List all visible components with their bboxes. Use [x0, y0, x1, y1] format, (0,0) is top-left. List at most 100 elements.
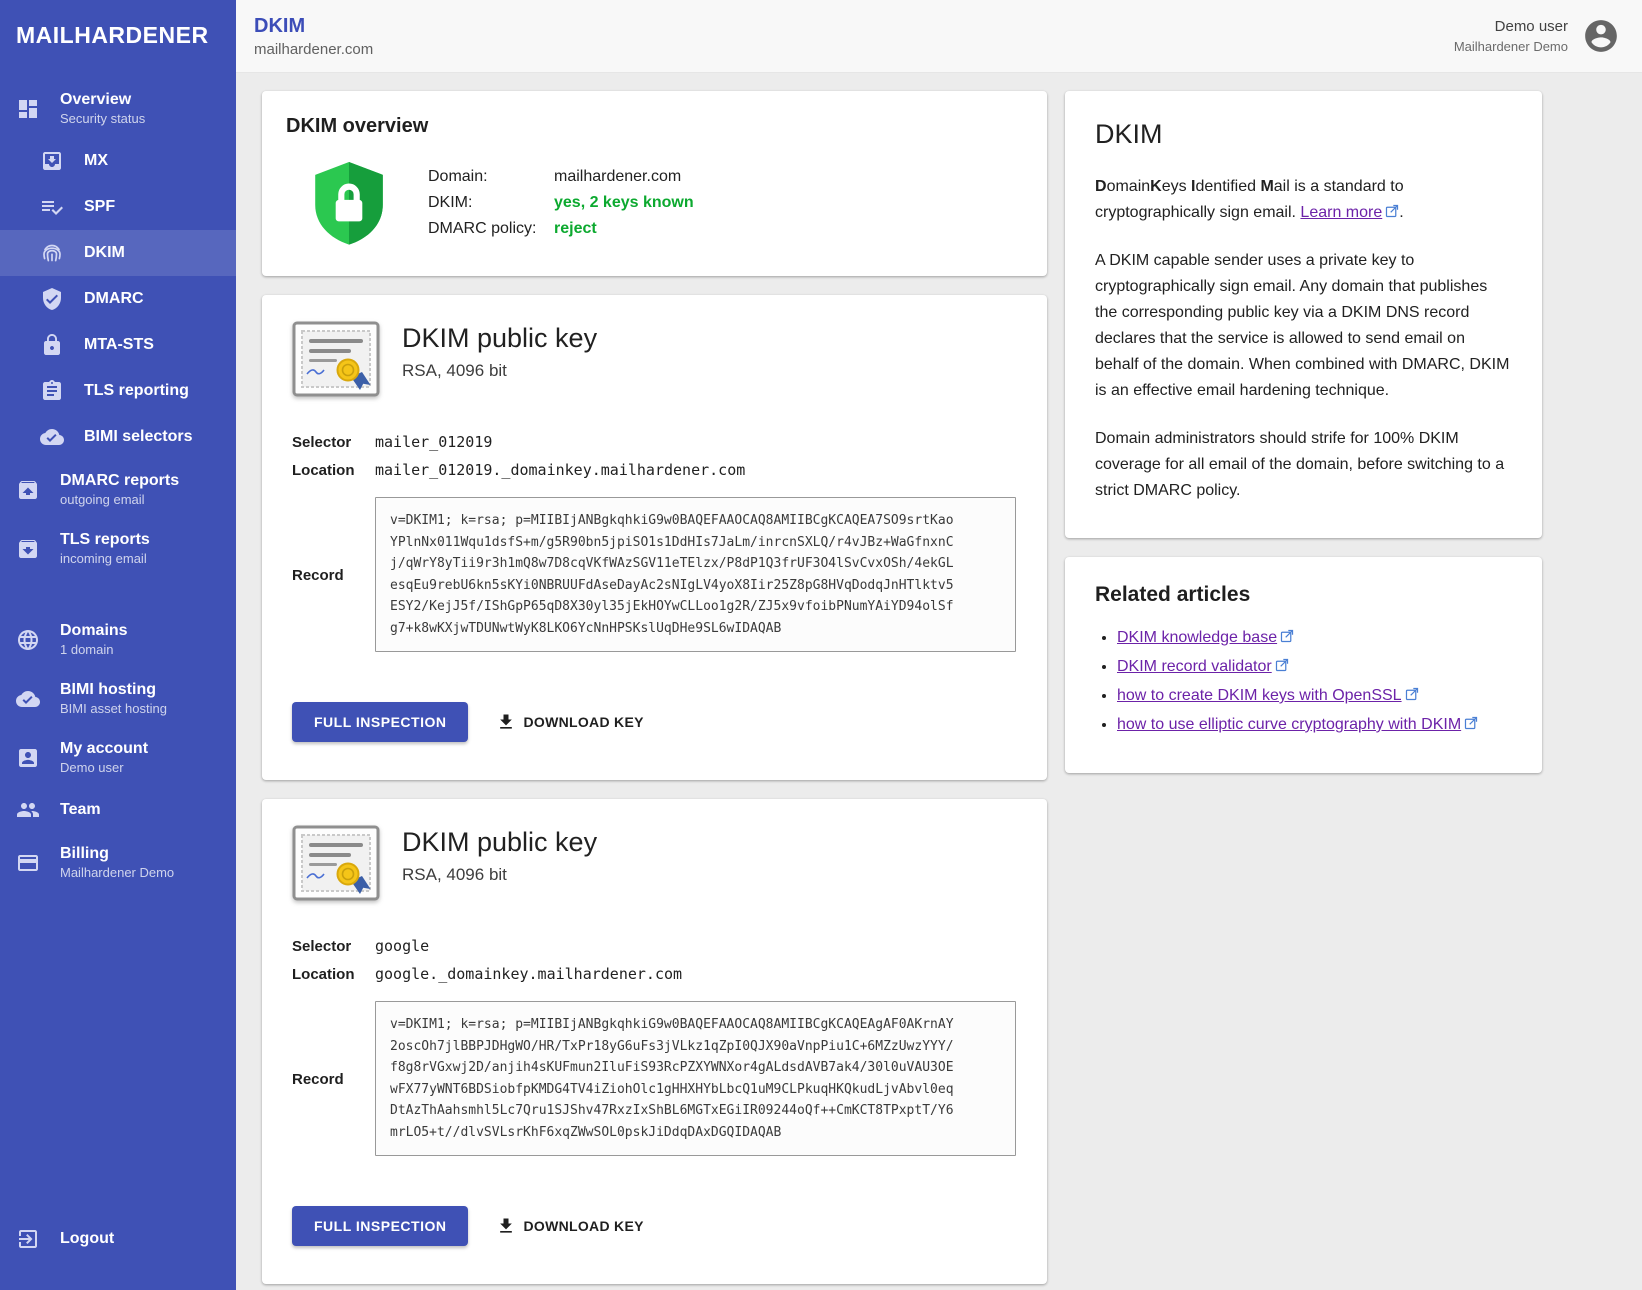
tray-up-icon: [16, 478, 40, 502]
people-icon: [16, 798, 40, 822]
tray-down-icon: [16, 537, 40, 561]
location-value: mailer_012019._domainkey.mailhardener.co…: [375, 461, 745, 479]
selector-value: google: [375, 937, 429, 955]
user-info: Demo user Mailhardener Demo: [1454, 18, 1568, 54]
download-key-button[interactable]: DOWNLOAD KEY: [496, 1216, 643, 1236]
dkim-overview-card: DKIM overview Domain: mailhardener.com D…: [262, 91, 1047, 276]
dkim-record-value: v=DKIM1; k=rsa; p=MIIBIjANBgkqhkiG9w0BAQ…: [390, 510, 1001, 639]
related-link-knowledge-base[interactable]: DKIM knowledge base: [1117, 629, 1294, 646]
related-articles-list: DKIM knowledge base DKIM record validato…: [1117, 627, 1512, 736]
sidebar-item-domains[interactable]: Domains1 domain: [0, 610, 236, 669]
sidebar-item-dkim[interactable]: DKIM: [0, 230, 236, 276]
learn-more-link[interactable]: Learn more: [1300, 204, 1399, 221]
related-link-openssl-howto[interactable]: how to create DKIM keys with OpenSSL: [1117, 687, 1419, 704]
account-avatar-icon[interactable]: [1582, 17, 1620, 55]
account-box-icon: [16, 746, 40, 770]
sidebar-item-bimi-selectors[interactable]: BIMI selectors: [0, 414, 236, 460]
sidebar-item-bimi-hosting[interactable]: BIMI hostingBIMI asset hosting: [0, 669, 236, 728]
download-key-button[interactable]: DOWNLOAD KEY: [496, 712, 643, 732]
left-column: DKIM overview Domain: mailhardener.com D…: [262, 91, 1047, 1284]
record-label: Record: [292, 566, 375, 584]
main-area: DKIM mailhardener.com Demo user Mailhard…: [236, 0, 1642, 1290]
page-subtitle: mailhardener.com: [254, 41, 373, 58]
shield-check-icon: [40, 287, 64, 311]
dkim-record-value: v=DKIM1; k=rsa; p=MIIBIjANBgkqhkiG9w0BAQ…: [390, 1014, 1001, 1143]
key-card-title: DKIM public key: [402, 323, 597, 354]
clipboard-icon: [40, 379, 64, 403]
info-paragraph-2: A DKIM capable sender uses a private key…: [1095, 248, 1512, 404]
user-name: Demo user: [1454, 18, 1568, 35]
credit-card-icon: [16, 851, 40, 875]
related-link-elliptic-curve-howto[interactable]: how to use elliptic curve cryptography w…: [1117, 716, 1478, 733]
sidebar-item-mta-sts[interactable]: MTA-STS: [0, 322, 236, 368]
content: DKIM overview Domain: mailhardener.com D…: [236, 73, 1642, 1290]
external-link-icon: [1385, 204, 1399, 218]
overview-row-label: Domain:: [428, 168, 554, 186]
sidebar-item-dmarc[interactable]: DMARC: [0, 276, 236, 322]
inbox-down-icon: [40, 149, 64, 173]
selector-value: mailer_012019: [375, 433, 492, 451]
fingerprint-icon: [40, 241, 64, 265]
key-card-title: DKIM public key: [402, 827, 597, 858]
overview-dmarc-policy-status: reject: [554, 220, 694, 238]
sidebar-item-my-account[interactable]: My accountDemo user: [0, 728, 236, 787]
sidebar-item-tls-reports[interactable]: TLS reportsincoming email: [0, 519, 236, 578]
related-article-item: how to use elliptic curve cryptography w…: [1117, 714, 1512, 736]
brand-logo: MAILHARDENER: [0, 0, 236, 79]
top-bar: DKIM mailhardener.com Demo user Mailhard…: [236, 0, 1642, 73]
user-organization: Mailhardener Demo: [1454, 39, 1568, 54]
dkim-key-card-mailer: DKIM public key RSA, 4096 bit Selector m…: [262, 295, 1047, 780]
cloud-check-icon: [40, 425, 64, 449]
overview-dkim-status: yes, 2 keys known: [554, 194, 694, 212]
info-paragraph-1: DomainKeys Identified Mail is a standard…: [1095, 174, 1512, 226]
globe-icon: [16, 628, 40, 652]
selector-label: Selector: [292, 937, 375, 955]
playlist-check-icon: [40, 195, 64, 219]
certificate-icon: [292, 825, 380, 901]
sidebar-item-team[interactable]: Team: [0, 787, 236, 833]
sidebar-item-mx[interactable]: MX: [0, 138, 236, 184]
dkim-record-box: v=DKIM1; k=rsa; p=MIIBIjANBgkqhkiG9w0BAQ…: [375, 497, 1016, 652]
external-link-icon: [1405, 687, 1419, 701]
dkim-record-box: v=DKIM1; k=rsa; p=MIIBIjANBgkqhkiG9w0BAQ…: [375, 1001, 1016, 1156]
overview-card-title: DKIM overview: [286, 115, 1023, 138]
certificate-icon: [292, 321, 380, 397]
sidebar: MAILHARDENER OverviewSecurity status MX …: [0, 0, 236, 1290]
sidebar-item-spf[interactable]: SPF: [0, 184, 236, 230]
overview-row-label: DMARC policy:: [428, 220, 554, 238]
page-title: DKIM: [254, 15, 373, 38]
green-shield-lock-icon: [312, 160, 386, 246]
sidebar-item-billing[interactable]: BillingMailhardener Demo: [0, 833, 236, 892]
related-article-item: DKIM knowledge base: [1117, 627, 1512, 649]
key-type: RSA, 4096 bit: [402, 865, 597, 885]
right-column: DKIM DomainKeys Identified Mail is a sta…: [1065, 91, 1542, 773]
dashboard-icon: [16, 97, 40, 121]
sidebar-nav: OverviewSecurity status MX SPF DKIM DMAR…: [0, 79, 236, 892]
sidebar-item-dmarc-reports[interactable]: DMARC reportsoutgoing email: [0, 460, 236, 519]
sidebar-item-logout[interactable]: Logout: [0, 1216, 236, 1262]
selector-label: Selector: [292, 433, 375, 451]
overview-row-label: DKIM:: [428, 194, 554, 212]
related-article-item: DKIM record validator: [1117, 656, 1512, 678]
info-card-title: DKIM: [1095, 119, 1512, 150]
related-articles-title: Related articles: [1095, 583, 1512, 607]
download-icon: [496, 1216, 516, 1236]
full-inspection-button[interactable]: FULL INSPECTION: [292, 1206, 468, 1246]
key-type: RSA, 4096 bit: [402, 361, 597, 381]
external-link-icon: [1464, 716, 1478, 730]
cloud-check-icon: [16, 687, 40, 711]
location-label: Location: [292, 965, 375, 983]
related-link-record-validator[interactable]: DKIM record validator: [1117, 658, 1289, 675]
sidebar-item-tls-reporting[interactable]: TLS reporting: [0, 368, 236, 414]
record-label: Record: [292, 1070, 375, 1088]
full-inspection-button[interactable]: FULL INSPECTION: [292, 702, 468, 742]
dkim-info-card: DKIM DomainKeys Identified Mail is a sta…: [1065, 91, 1542, 538]
download-icon: [496, 712, 516, 732]
info-paragraph-3: Domain administrators should strife for …: [1095, 426, 1512, 504]
overview-domain-value: mailhardener.com: [554, 168, 694, 186]
location-value: google._domainkey.mailhardener.com: [375, 965, 682, 983]
location-label: Location: [292, 461, 375, 479]
sidebar-item-overview[interactable]: OverviewSecurity status: [0, 79, 236, 138]
external-link-icon: [1275, 658, 1289, 672]
related-articles-card: Related articles DKIM knowledge base DKI…: [1065, 557, 1542, 773]
